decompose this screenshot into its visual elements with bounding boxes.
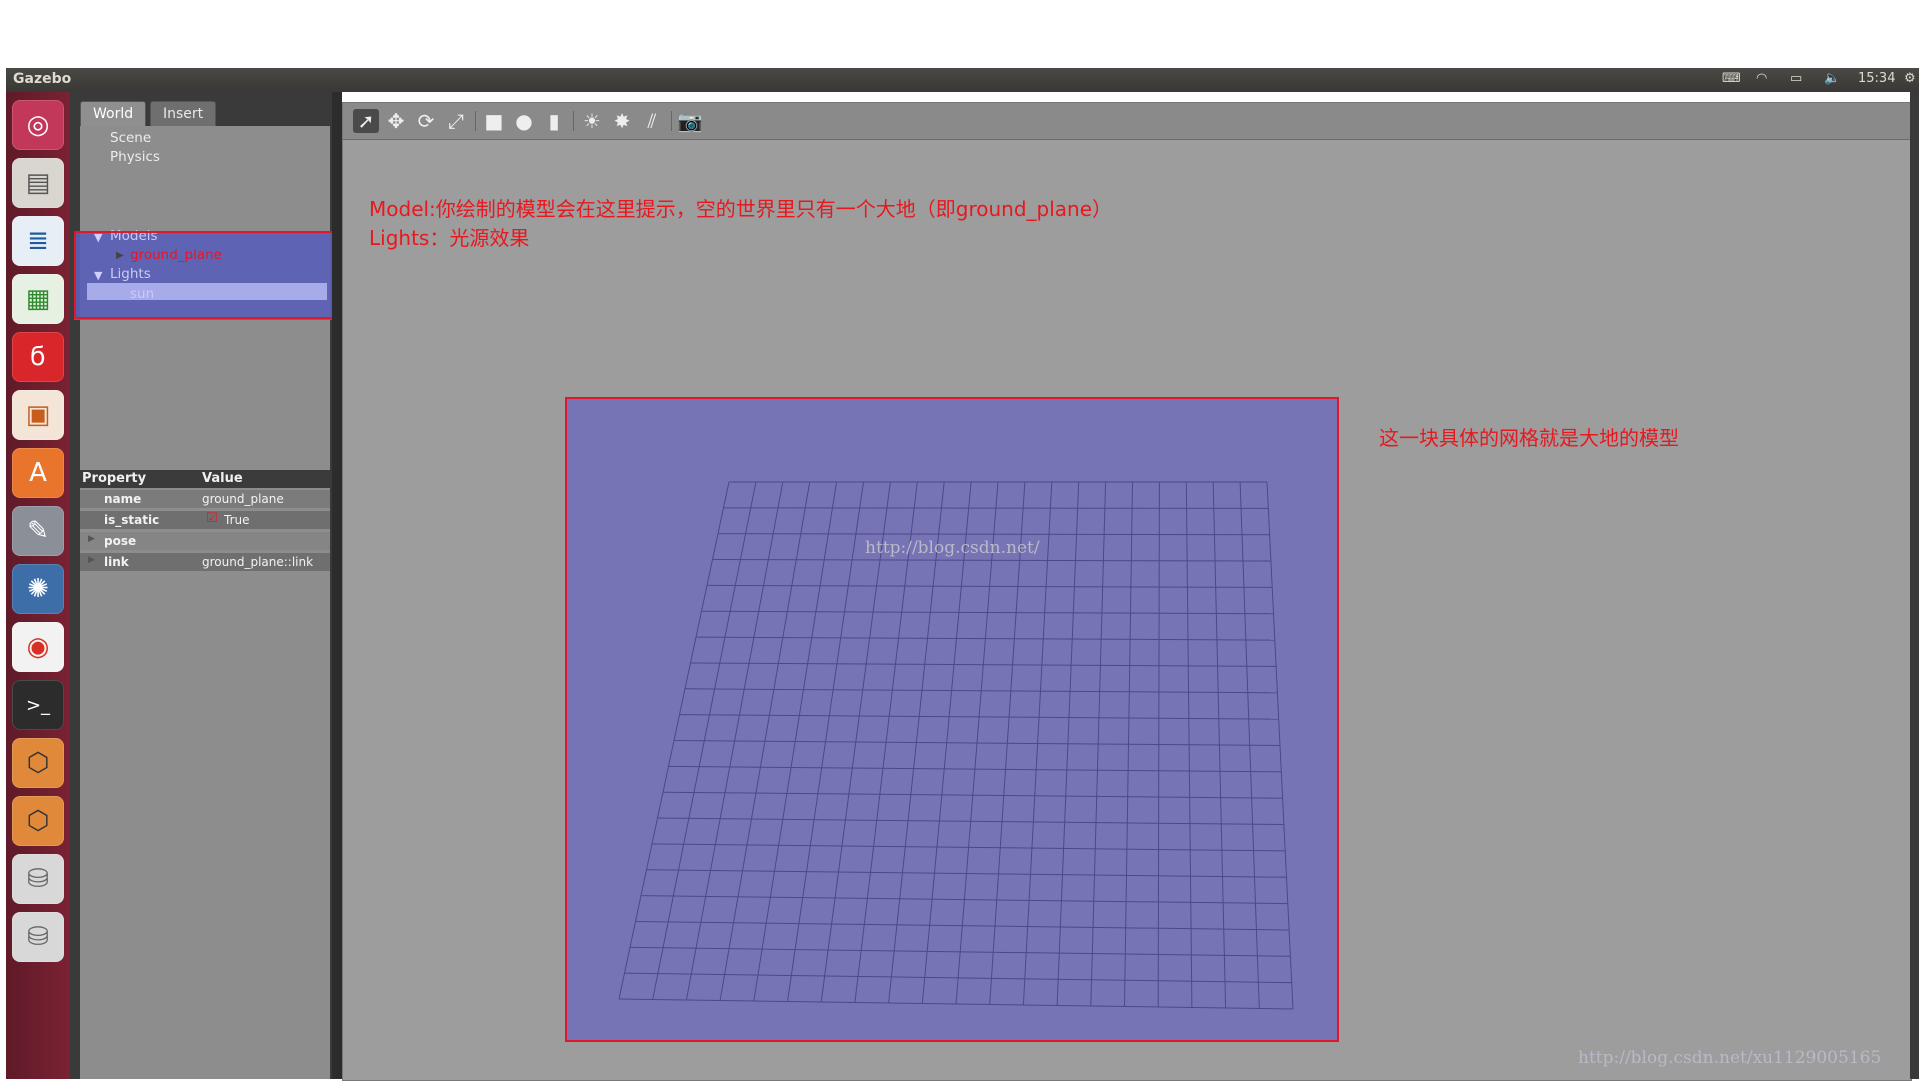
toolbar-separator bbox=[573, 111, 574, 131]
volume-icon[interactable]: 🔈 bbox=[1824, 71, 1840, 86]
impress-icon[interactable]: ▣ bbox=[12, 390, 64, 440]
chrome-icon[interactable]: ◉ bbox=[12, 622, 64, 672]
drive-icon[interactable]: ⛁ bbox=[12, 854, 64, 904]
left-panel: World Insert Scene Physics ▼ Models ▶ gr… bbox=[70, 92, 336, 1079]
tab-world[interactable]: World bbox=[80, 101, 147, 126]
netease-music-icon[interactable]: ϭ bbox=[12, 332, 64, 382]
checkbox-checked-icon[interactable]: ☑ bbox=[206, 511, 218, 526]
sphere-shape-icon[interactable]: ● bbox=[511, 109, 537, 133]
ubuntu-logo-icon[interactable]: ◎ bbox=[12, 100, 64, 150]
box-shape-icon[interactable]: ■ bbox=[481, 109, 507, 133]
clock[interactable]: 15:34 bbox=[1858, 71, 1895, 86]
select-mode-icon[interactable]: ➚ bbox=[353, 109, 379, 133]
settings-icon[interactable]: ⚙ bbox=[1904, 71, 1916, 86]
annotation-box-ground: http://blog.csdn.net/ bbox=[565, 397, 1339, 1042]
software-center-icon[interactable]: A bbox=[12, 448, 64, 498]
system-settings-icon[interactable]: ✎ bbox=[12, 506, 64, 556]
scale-mode-icon[interactable]: ⤢ bbox=[443, 109, 469, 133]
wifi-icon[interactable]: ◠ bbox=[1756, 71, 1767, 86]
battery-icon[interactable]: ▭ bbox=[1790, 71, 1802, 86]
right-panel-handle[interactable] bbox=[1910, 92, 1919, 1079]
sublime-text-icon-2[interactable]: ⬡ bbox=[12, 796, 64, 846]
prop-value-link: ground_plane::link bbox=[202, 555, 314, 569]
watermark-center: http://blog.csdn.net/ bbox=[865, 538, 1040, 558]
writer-icon[interactable]: ≣ bbox=[12, 216, 64, 266]
point-light-icon[interactable]: ☀ bbox=[579, 109, 605, 133]
prop-value-is-static: True bbox=[224, 513, 250, 527]
watermark-corner: http://blog.csdn.net/xu1129005165 bbox=[1578, 1048, 1882, 1068]
annotation-lights: Lights：光源效果 bbox=[369, 226, 530, 250]
tab-insert[interactable]: Insert bbox=[150, 101, 217, 126]
terminal-icon[interactable]: >_ bbox=[12, 680, 64, 730]
annotation-ground: 这一块具体的网格就是大地的模型 bbox=[1379, 426, 1679, 450]
keyboard-icon[interactable]: ⌨ bbox=[1722, 71, 1741, 86]
header-value: Value bbox=[200, 470, 332, 488]
prop-name-link: link bbox=[104, 555, 129, 569]
shutter-icon[interactable]: ✺ bbox=[12, 564, 64, 614]
calc-icon[interactable]: ▦ bbox=[12, 274, 64, 324]
toolbar-separator bbox=[671, 111, 672, 131]
translate-mode-icon[interactable]: ✥ bbox=[383, 109, 409, 133]
directional-light-icon[interactable]: ⫽ bbox=[639, 109, 665, 133]
property-panel: Property Value name ground_plane is_stat… bbox=[80, 470, 332, 1079]
rotate-mode-icon[interactable]: ⟳ bbox=[413, 109, 439, 133]
link-expand-icon[interactable]: ▶ bbox=[88, 555, 95, 565]
prop-value-name: ground_plane bbox=[202, 492, 284, 506]
prop-name-pose: pose bbox=[104, 534, 137, 548]
header-property: Property bbox=[80, 470, 200, 488]
top-panel: Gazebo ⌨ ◠ ▭ 🔈 15:34 ⚙ bbox=[6, 68, 1919, 92]
prop-name-is-static: is_static bbox=[104, 513, 160, 527]
toolbar: ➚ ✥ ⟳ ⤢ ■ ● ▮ ☀ ✸ ⫽ 📷 bbox=[343, 103, 1911, 140]
tree-item-scene[interactable]: Scene bbox=[110, 130, 151, 146]
annotation-models: Model:你绘制的模型会在这里提示，空的世界里只有一个大地（即ground_p… bbox=[369, 197, 1113, 221]
app-title: Gazebo bbox=[13, 71, 72, 87]
cylinder-shape-icon[interactable]: ▮ bbox=[541, 109, 567, 133]
tree-item-physics[interactable]: Physics bbox=[110, 149, 160, 165]
panel-splitter[interactable] bbox=[332, 92, 342, 1079]
launcher: ◎ ▤ ≣ ▦ ϭ ▣ A ✎ ✺ ◉ >_ ⬡ ⬡ ⛁ ⛁ bbox=[6, 92, 70, 1079]
spot-light-icon[interactable]: ✸ bbox=[609, 109, 635, 133]
files-icon[interactable]: ▤ bbox=[12, 158, 64, 208]
toolbar-separator bbox=[475, 111, 476, 131]
annotation-box-models bbox=[74, 231, 336, 319]
ground-plane-grid bbox=[618, 481, 1294, 1010]
prop-name-name: name bbox=[104, 492, 142, 506]
screenshot-camera-icon[interactable]: 📷 bbox=[677, 109, 703, 133]
sublime-text-icon[interactable]: ⬡ bbox=[12, 738, 64, 788]
pose-expand-icon[interactable]: ▶ bbox=[88, 534, 95, 544]
drive-icon-2[interactable]: ⛁ bbox=[12, 912, 64, 962]
